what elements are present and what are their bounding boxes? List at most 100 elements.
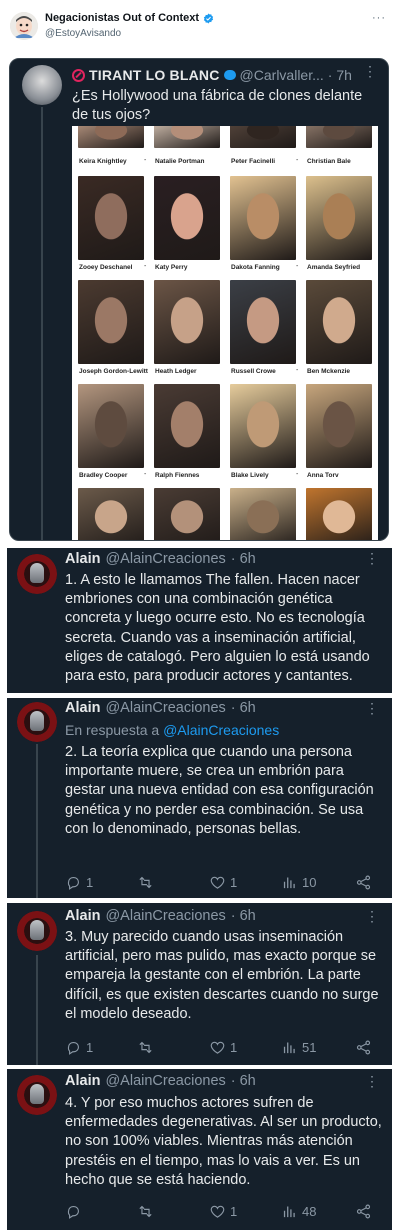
replies-count: 1 — [86, 1039, 94, 1055]
like-button[interactable]: 1 — [209, 1039, 237, 1056]
quoted-text: ¿Es Hollywood una fábrica de clones dela… — [72, 88, 363, 123]
avatar[interactable] — [17, 911, 57, 951]
caption-separator: - — [144, 367, 147, 374]
reply-tweet-4[interactable]: Alain @AlainCreaciones · 6h ⋮ 4. Y por e… — [7, 1069, 392, 1230]
celebrity-photo — [154, 488, 220, 540]
timestamp[interactable]: · 6h — [231, 551, 256, 567]
tweet-name-row: Alain @AlainCreaciones · 6h — [65, 551, 256, 567]
heart-icon — [210, 876, 225, 889]
celebrity-photo — [306, 126, 372, 148]
celebrity-photo — [306, 280, 372, 364]
more-options-icon[interactable]: ⋮ — [365, 1073, 380, 1090]
repost-button[interactable] — [137, 874, 158, 891]
more-options-icon[interactable]: ⋮ — [365, 700, 380, 717]
reply-tweet-2[interactable]: Alain @AlainCreaciones · 6h ⋮ En respues… — [7, 698, 392, 898]
tweet-name-row: Alain @AlainCreaciones · 6h — [65, 1073, 256, 1089]
celebrity-caption: Blake Lively — [231, 472, 269, 479]
avatar[interactable] — [17, 1075, 57, 1115]
more-options-icon[interactable]: ··· — [372, 12, 386, 24]
celebrity-photo — [78, 488, 144, 540]
thread-line — [41, 107, 43, 540]
stop-sign-icon — [72, 68, 85, 82]
display-name[interactable]: Alain — [65, 1073, 100, 1089]
avatar[interactable] — [10, 12, 38, 40]
timestamp[interactable]: · 6h — [231, 908, 256, 924]
share-button[interactable] — [355, 874, 372, 891]
handle[interactable]: @AlainCreaciones — [105, 908, 225, 924]
like-button[interactable]: 1 — [209, 874, 237, 891]
quoted-display-name[interactable]: TIRANT LO BLANC — [89, 67, 220, 83]
celebrity-photo — [230, 488, 296, 540]
handle[interactable]: @AlainCreaciones — [105, 700, 225, 716]
celebrity-caption: Dakota Fanning — [231, 264, 280, 271]
celebrity-caption: Zooey Deschanel — [79, 264, 133, 271]
handle[interactable]: @AlainCreaciones — [105, 551, 225, 567]
celebrity-photo — [78, 280, 144, 364]
celebrity-caption: Katy Perry — [155, 264, 188, 271]
reply-tweet-1[interactable]: Alain @AlainCreaciones · 6h ⋮ 1. A esto … — [7, 548, 392, 693]
reply-icon — [67, 876, 79, 890]
tweet-name-row: Alain @AlainCreaciones · 6h — [65, 908, 256, 924]
celebrity-caption: Natalie Portman — [155, 158, 205, 165]
reply-button[interactable]: 1 — [65, 1039, 93, 1056]
quoted-handle[interactable]: @Carlvaller... — [240, 67, 324, 83]
celebrity-photo — [154, 126, 220, 148]
bar-chart-icon — [283, 1206, 295, 1217]
quoted-tweet[interactable]: TIRANT LO BLANC @Carlvaller... · 7h ⋮ ¿E… — [9, 58, 389, 541]
reply-icon — [67, 1205, 79, 1219]
celebrity-caption: Joseph Gordon-Lewitt — [79, 368, 148, 375]
timestamp[interactable]: · 6h — [231, 1073, 256, 1089]
bar-chart-icon — [283, 877, 295, 888]
timestamp[interactable]: · 6h — [231, 700, 256, 716]
celebrity-caption: Russell Crowe — [231, 368, 276, 375]
tweet-text: 4. Y por eso muchos actores sufren de en… — [65, 1095, 382, 1188]
celebrity-caption: Peter Facinelli — [231, 158, 276, 165]
avatar[interactable] — [17, 554, 57, 594]
tweet-text: 2. La teoría explica que cuando una pers… — [65, 744, 374, 837]
celebrity-caption: Ben Mckenzie — [307, 368, 350, 375]
caption-separator: - — [296, 263, 299, 270]
display-name[interactable]: Alain — [65, 908, 100, 924]
thread-line — [36, 744, 38, 898]
more-options-icon[interactable]: ⋮ — [365, 908, 380, 925]
more-options-icon[interactable]: ⋮ — [365, 550, 380, 567]
avatar[interactable] — [17, 702, 57, 742]
reply-button[interactable]: 1 — [65, 874, 93, 891]
repost-button[interactable] — [137, 1203, 158, 1220]
display-name[interactable]: Alain — [65, 551, 100, 567]
celebrity-collage-image[interactable]: Keira Knightley Natalie Portman Peter Faci… — [72, 126, 378, 540]
like-button[interactable]: 1 — [209, 1203, 237, 1220]
views-button[interactable]: 51 — [281, 1039, 316, 1056]
celebrity-photo — [230, 176, 296, 260]
share-icon — [356, 1040, 371, 1054]
replies-count: 1 — [86, 874, 94, 890]
repost-icon — [139, 1041, 152, 1053]
handle[interactable]: @AlainCreaciones — [105, 1073, 225, 1089]
likes-count: 1 — [230, 874, 238, 890]
reply-button[interactable] — [65, 1203, 86, 1220]
outer-tweet-header: Negacionistas Out of Context @EstoyAvisa… — [0, 0, 400, 48]
outer-display-name[interactable]: Negacionistas Out of Context — [45, 12, 199, 24]
caption-separator: - — [144, 263, 147, 270]
celebrity-photo — [154, 280, 220, 364]
caption-separator: - — [296, 471, 299, 478]
reply-tweet-3[interactable]: Alain @AlainCreaciones · 6h ⋮ 3. Muy par… — [7, 903, 392, 1065]
repost-button[interactable] — [137, 1039, 158, 1056]
tweet-name-row: Alain @AlainCreaciones · 6h — [65, 700, 256, 716]
share-button[interactable] — [355, 1039, 372, 1056]
quoted-time[interactable]: · 7h — [328, 67, 352, 83]
reply-to-handle-link[interactable]: @AlainCreaciones — [163, 722, 279, 738]
display-name[interactable]: Alain — [65, 700, 100, 716]
repost-icon — [139, 1205, 152, 1217]
outer-handle[interactable]: @EstoyAvisando — [45, 28, 121, 39]
avatar[interactable] — [22, 65, 62, 105]
celebrity-photo — [306, 176, 372, 260]
celebrity-caption: Amanda Seyfried — [307, 264, 361, 271]
share-button[interactable] — [355, 1203, 372, 1220]
outer-name-row: Negacionistas Out of Context — [45, 12, 214, 24]
likes-count: 1 — [230, 1039, 238, 1055]
more-options-icon[interactable]: ⋮ — [363, 63, 378, 80]
views-button[interactable]: 10 — [281, 874, 316, 891]
views-button[interactable]: 48 — [281, 1203, 316, 1220]
reply-icon — [67, 1041, 79, 1055]
